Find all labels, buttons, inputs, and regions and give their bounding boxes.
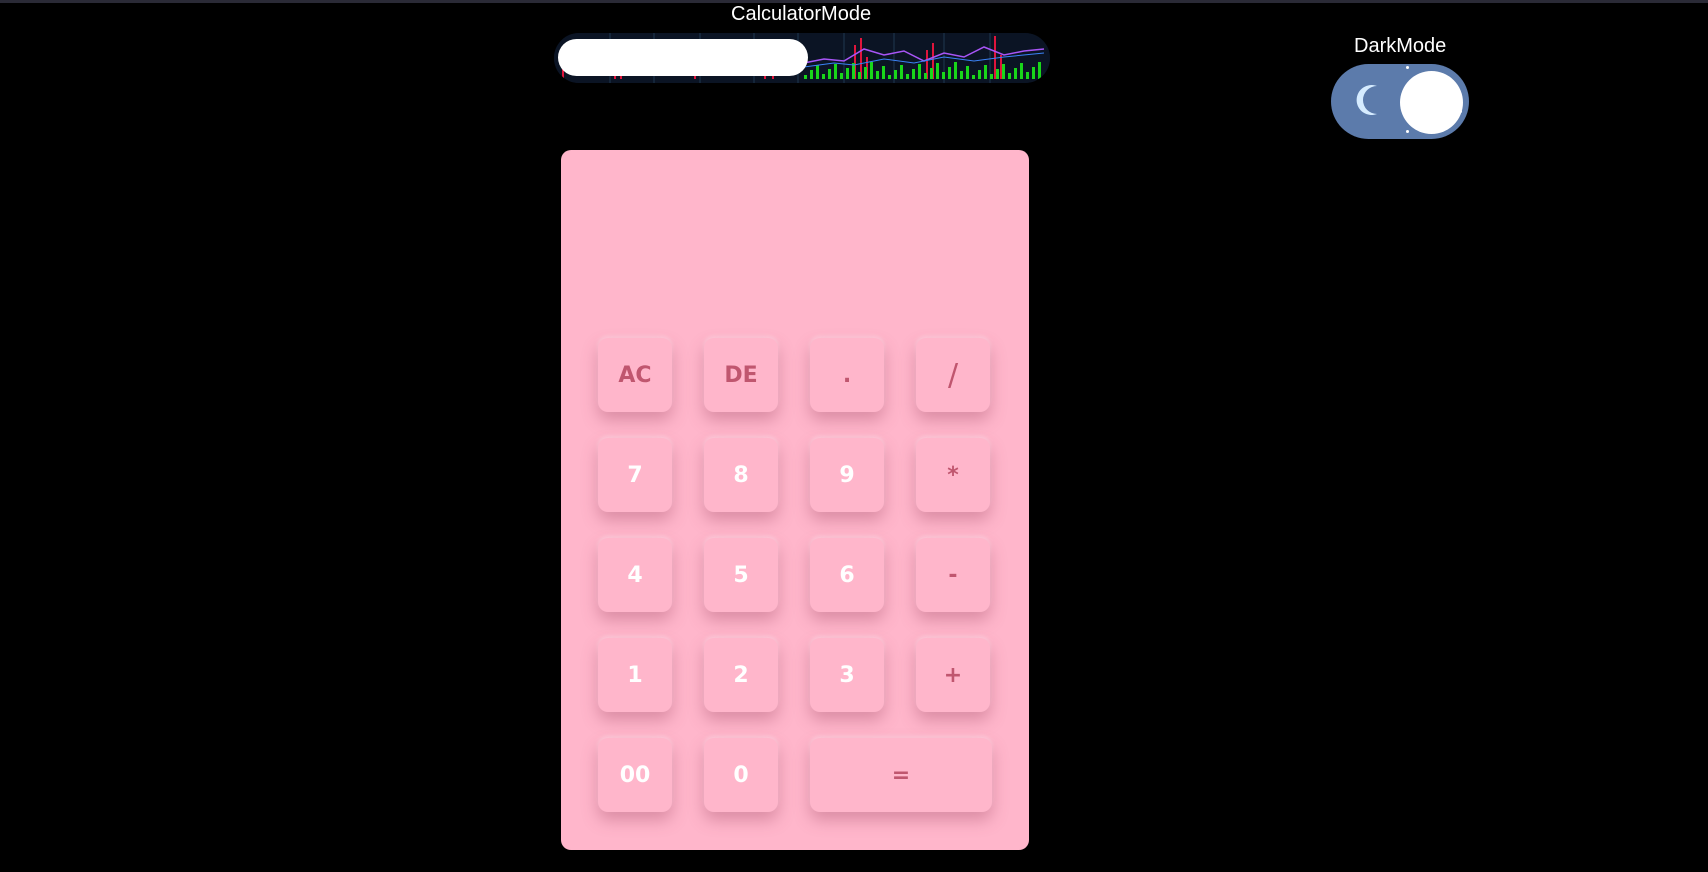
pattern-green-bar (894, 70, 897, 79)
pattern-green-bar (840, 73, 843, 79)
multiply-button[interactable]: * (916, 438, 990, 512)
pattern-green-bar (822, 74, 825, 79)
pattern-green-bar (1014, 68, 1017, 79)
delete-button[interactable]: DE (704, 338, 778, 412)
pattern-green-bar (1020, 63, 1023, 79)
pattern-green-bar (990, 74, 993, 79)
pattern-green-bar (906, 74, 909, 79)
dark-mode-toggle[interactable] (1331, 64, 1469, 139)
pattern-green-bar (834, 64, 837, 79)
decimal-button[interactable]: . (810, 338, 884, 412)
digit-1-button[interactable]: 1 (598, 638, 672, 712)
pattern-green-bar (1038, 62, 1041, 79)
pattern-green-bar (864, 67, 867, 79)
pattern-green-bar (876, 71, 879, 79)
calculator-mode-toggle[interactable] (554, 33, 1050, 83)
star-dot (1406, 66, 1409, 69)
dark-mode-knob[interactable] (1400, 71, 1463, 134)
digit-7-button[interactable]: 7 (598, 438, 672, 512)
pattern-green-bar (900, 65, 903, 79)
pattern-green-bar (978, 70, 981, 79)
digit-5-button[interactable]: 5 (704, 538, 778, 612)
add-button[interactable]: + (916, 638, 990, 712)
pattern-green-bar (1032, 67, 1035, 79)
digit-4-button[interactable]: 4 (598, 538, 672, 612)
digit-2-button[interactable]: 2 (704, 638, 778, 712)
calculator: AC DE . / 7 8 9 * 4 5 6 - 1 2 3 + 00 0 = (561, 150, 1029, 850)
pattern-green-bar (912, 69, 915, 79)
pattern-green-bar (888, 75, 891, 79)
pattern-red-bar (994, 36, 996, 79)
pattern-green-bar (948, 67, 951, 79)
digit-0-button[interactable]: 0 (704, 738, 778, 812)
all-clear-button[interactable]: AC (598, 338, 672, 412)
digit-9-button[interactable]: 9 (810, 438, 884, 512)
pattern-green-bar (972, 75, 975, 79)
pattern-green-bar (936, 63, 939, 79)
pattern-green-bar (930, 68, 933, 79)
pattern-green-bar (816, 65, 819, 79)
pattern-green-bar (810, 70, 813, 79)
pattern-green-bar (870, 62, 873, 79)
calculator-display (561, 150, 1029, 310)
calculator-mode-knob[interactable] (558, 39, 808, 76)
pattern-green-bar (924, 73, 927, 79)
digit-3-button[interactable]: 3 (810, 638, 884, 712)
pattern-green-bar (804, 75, 807, 79)
subtract-button[interactable]: - (916, 538, 990, 612)
star-dot (1406, 130, 1409, 133)
pattern-green-bar (954, 62, 957, 79)
pattern-green-bar (918, 64, 921, 79)
moon-icon (1356, 85, 1377, 115)
pattern-green-bar (996, 69, 999, 79)
double-zero-button[interactable]: 00 (598, 738, 672, 812)
dark-mode-label: DarkMode (1354, 35, 1447, 57)
calculator-mode-label: CalculatorMode (731, 3, 872, 25)
pattern-green-bar (966, 66, 969, 79)
digit-8-button[interactable]: 8 (704, 438, 778, 512)
pattern-green-bar (960, 71, 963, 79)
pattern-red-bar (1000, 55, 1002, 79)
pattern-green-bar (1026, 72, 1029, 79)
pattern-green-bar (1002, 64, 1005, 79)
divide-button[interactable]: / (916, 338, 990, 412)
pattern-green-bar (858, 72, 861, 79)
pattern-green-bar (828, 69, 831, 79)
equals-button[interactable]: = (810, 738, 992, 812)
pattern-green-bar (942, 72, 945, 79)
pattern-green-bar (984, 65, 987, 79)
pattern-green-bar (846, 68, 849, 79)
pattern-green-bar (1008, 73, 1011, 79)
pattern-green-bar (882, 66, 885, 79)
digit-6-button[interactable]: 6 (810, 538, 884, 612)
